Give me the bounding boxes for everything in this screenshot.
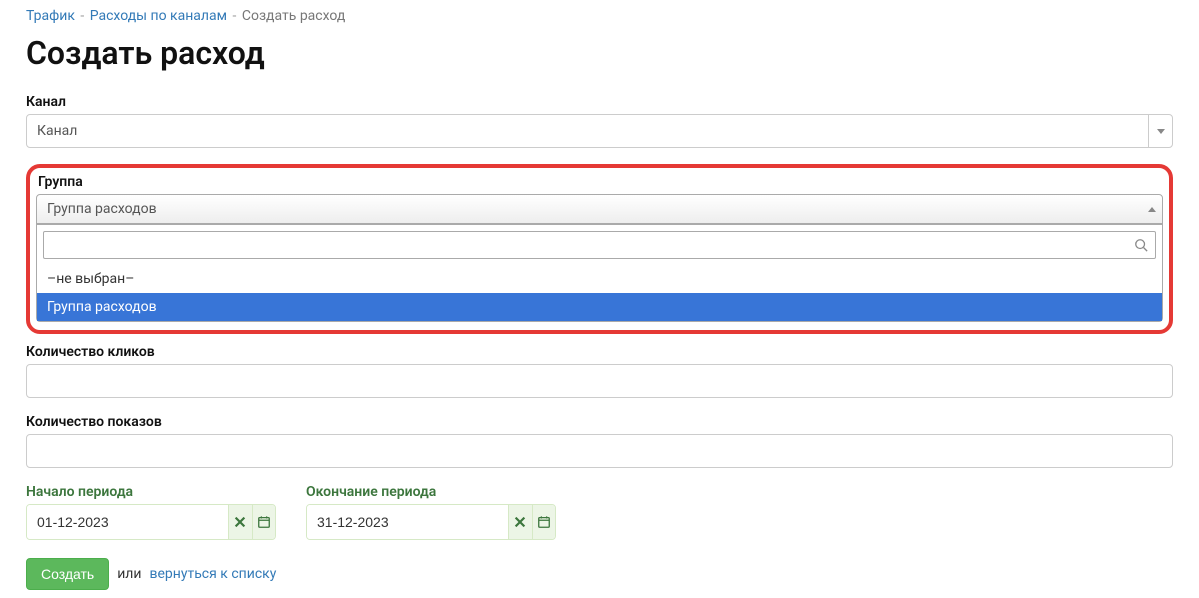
period-end-group (306, 504, 556, 540)
channel-select[interactable]: Канал (26, 114, 1173, 148)
field-impressions: Количество показов (26, 414, 1173, 468)
channel-select-value: Канал (37, 123, 77, 139)
calendar-icon (537, 515, 551, 529)
search-icon (1134, 238, 1148, 252)
field-channel: Канал Канал (26, 94, 1173, 148)
period-start-calendar-button[interactable] (252, 505, 276, 539)
breadcrumb-link-traffic[interactable]: Трафик (26, 8, 75, 24)
group-search-input[interactable] (43, 231, 1156, 259)
period-end-clear-button[interactable] (508, 505, 532, 539)
period-start-clear-button[interactable] (228, 505, 252, 539)
back-to-list-link[interactable]: вернуться к списку (149, 566, 276, 582)
group-option-none[interactable]: –не выбран– (37, 265, 1162, 293)
field-group-highlight: Группа Группа расходов –не выбран– Групп… (26, 164, 1173, 334)
impressions-label: Количество показов (26, 414, 1173, 430)
group-option-expenses[interactable]: Группа расходов (37, 293, 1162, 321)
period-start-label: Начало периода (26, 484, 276, 500)
period-end-calendar-button[interactable] (532, 505, 556, 539)
period-end-input[interactable] (307, 505, 508, 539)
field-period-end: Окончание периода (306, 484, 556, 540)
group-select[interactable]: Группа расходов (36, 194, 1163, 224)
create-button[interactable]: Создать (26, 558, 109, 590)
clicks-label: Количество кликов (26, 344, 1173, 360)
group-search-wrap (37, 225, 1162, 265)
impressions-input[interactable] (26, 434, 1173, 468)
group-dropdown-panel: –не выбран– Группа расходов (36, 224, 1163, 322)
breadcrumb-current: Создать расход (242, 8, 346, 24)
channel-label: Канал (26, 94, 1173, 110)
field-clicks: Количество кликов (26, 344, 1173, 398)
field-period-start: Начало периода (26, 484, 276, 540)
breadcrumb-link-expenses[interactable]: Расходы по каналам (90, 8, 227, 24)
breadcrumb-sep: - (80, 8, 87, 24)
calendar-icon (257, 515, 271, 529)
form-actions: Создать или вернуться к списку (26, 558, 1173, 590)
or-text: или (117, 566, 141, 582)
close-icon (233, 515, 247, 529)
breadcrumb-sep: - (233, 8, 240, 24)
chevron-down-icon (1148, 115, 1172, 147)
chevron-up-icon (1148, 195, 1156, 223)
period-end-label: Окончание периода (306, 484, 556, 500)
breadcrumb: Трафик - Расходы по каналам - Создать ра… (26, 8, 1173, 24)
group-select-value: Группа расходов (47, 201, 157, 217)
clicks-input[interactable] (26, 364, 1173, 398)
period-start-group (26, 504, 276, 540)
group-label: Группа (38, 174, 1163, 190)
close-icon (513, 515, 527, 529)
period-start-input[interactable] (27, 505, 228, 539)
page-title: Создать расход (26, 34, 1173, 72)
